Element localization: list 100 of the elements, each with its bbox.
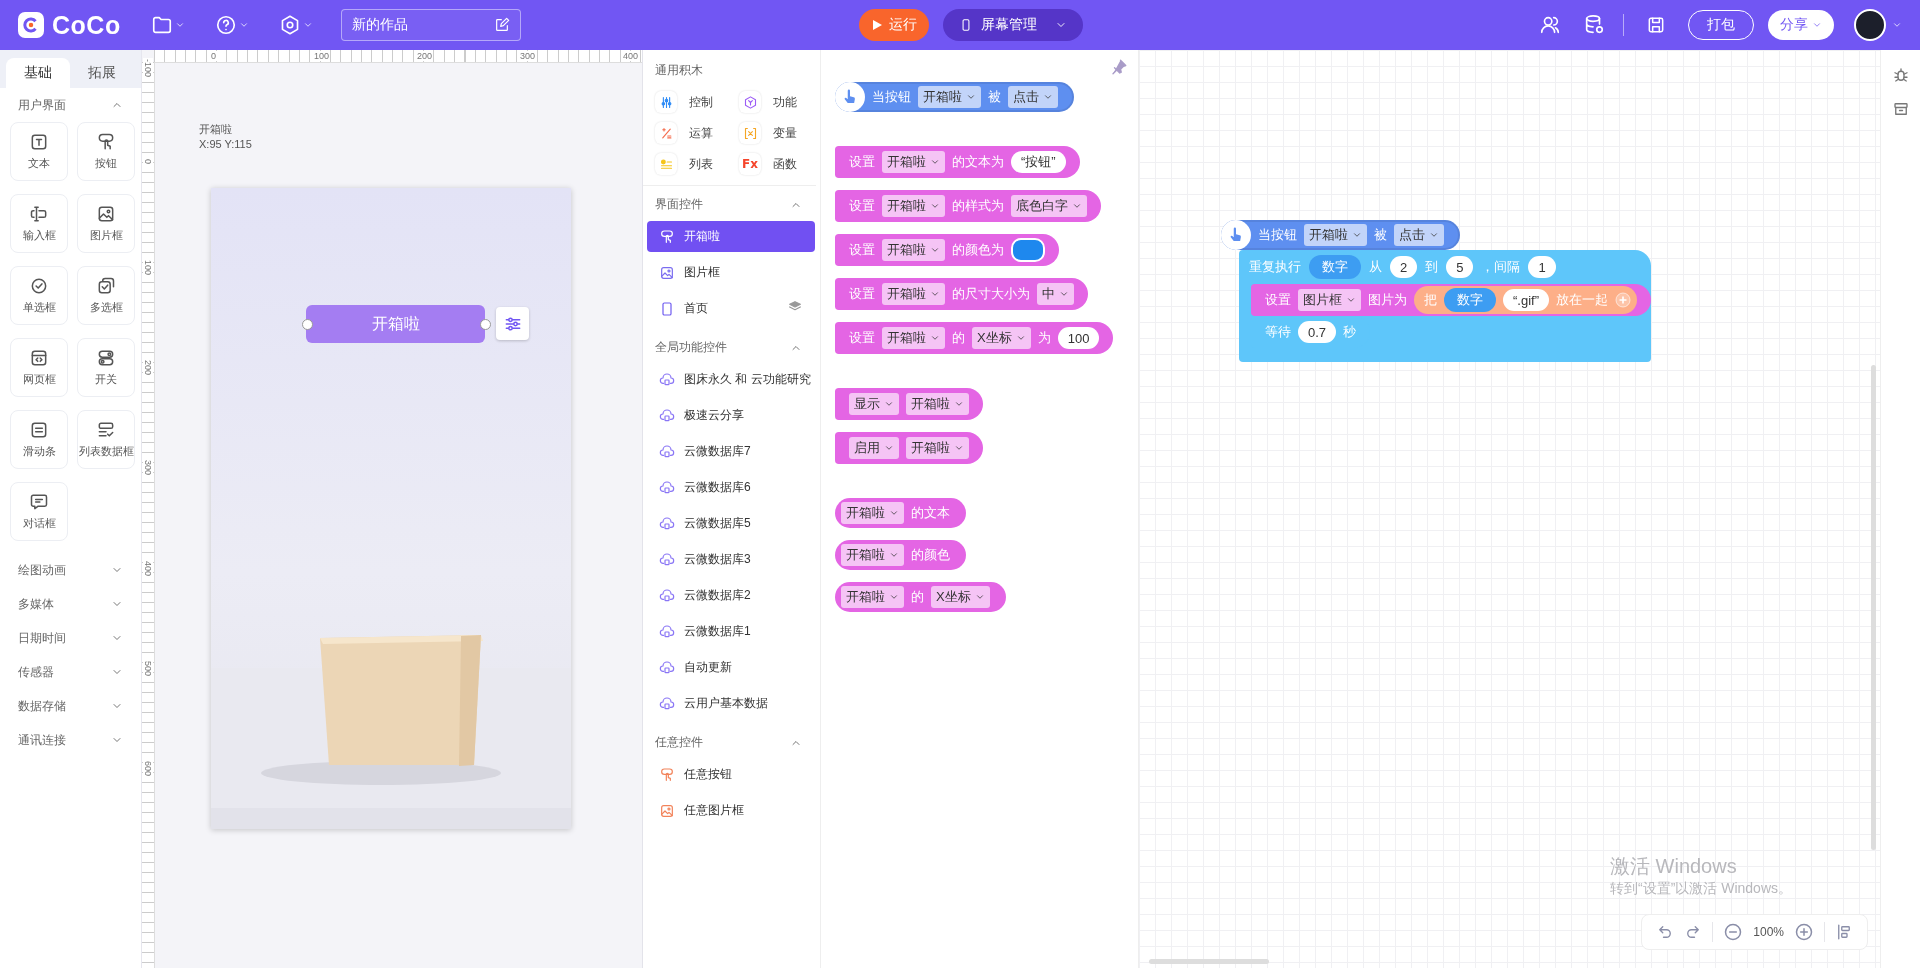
event-block[interactable]: 当按钮 开箱啦 被 点击 — [835, 82, 1074, 112]
block-dropdown[interactable]: 底色白字 — [1011, 195, 1087, 217]
screen-manager-button[interactable]: 屏幕管理 — [942, 9, 1083, 41]
widget-item[interactable]: 云微数据库1 — [647, 616, 815, 647]
block-dropdown[interactable]: 图片框 — [1298, 289, 1361, 311]
category-item[interactable]: 列表 — [655, 153, 739, 175]
group-header[interactable]: 界面控件 — [643, 186, 820, 219]
block-dropdown[interactable]: 开箱啦 — [906, 437, 969, 459]
category-item[interactable]: Fx 函数 — [739, 153, 823, 175]
value-field[interactable]: 5 — [1446, 256, 1474, 278]
section-header[interactable]: 数据存储 — [0, 689, 141, 723]
file-menu[interactable] — [150, 14, 185, 36]
block-dropdown[interactable]: 开箱啦 — [841, 586, 904, 608]
widget-item[interactable]: 图床永久 和 云功能研究 — [647, 364, 815, 395]
widget-item[interactable]: 图片框 — [647, 257, 815, 288]
block-dropdown[interactable]: 开箱啦 — [882, 195, 945, 217]
widget-item[interactable]: 极速云分享 — [647, 400, 815, 431]
block-dropdown[interactable]: X坐标 — [931, 586, 990, 608]
widget-item[interactable]: 任意图片框 — [647, 795, 815, 826]
reporter-block[interactable]: 开箱啦 的颜色 — [835, 540, 966, 570]
loop-block[interactable]: 重复执行 数字 从 2 到 5 ，间隔 1 设置 图片框 图片为 把 数字 “.gif” 放在一起 等待 0.7 秒 — [1239, 250, 1651, 362]
sidebar-tab[interactable]: 拓展 — [70, 58, 134, 88]
join-block[interactable]: 把 数字 “.gif” 放在一起 — [1414, 286, 1637, 314]
properties-button[interactable] — [496, 307, 529, 340]
avatar[interactable] — [1854, 9, 1886, 41]
value-field[interactable]: 100 — [1057, 327, 1100, 349]
component-tile[interactable]: 单选框 — [10, 266, 68, 325]
command-block[interactable]: 设置 开箱啦 的文本为 “按钮” — [835, 146, 1080, 178]
block-dropdown[interactable]: 显示 — [849, 393, 899, 415]
block-dropdown[interactable]: 开箱啦 — [906, 393, 969, 415]
component-tile[interactable]: 列表数据框 — [77, 410, 135, 469]
block-dropdown[interactable]: 开箱啦 — [841, 502, 904, 524]
value-field[interactable]: 0.7 — [1298, 321, 1337, 343]
value-field[interactable]: 2 — [1390, 256, 1418, 278]
widget-item[interactable]: 云用户基本数据 — [647, 688, 815, 719]
block-dropdown[interactable]: 开箱啦 — [841, 544, 904, 566]
event-block[interactable]: 当按钮 开箱啦 被 点击 — [1221, 220, 1460, 250]
block-dropdown[interactable]: 中 — [1037, 283, 1074, 305]
command-block[interactable]: 设置 开箱啦 的颜色为 — [835, 234, 1059, 266]
block-dropdown[interactable]: 开箱啦 — [882, 327, 945, 349]
value-field[interactable]: “.gif” — [1503, 289, 1549, 311]
users-button[interactable] — [1539, 14, 1561, 36]
section-header[interactable]: 多媒体 — [0, 587, 141, 621]
command-block[interactable]: 设置 开箱啦 的样式为 底色白字 — [835, 190, 1101, 222]
block-dropdown[interactable]: 开箱啦 — [918, 86, 981, 108]
widget-item[interactable]: 首页 — [647, 293, 815, 324]
component-tile[interactable]: 对话框 — [10, 482, 68, 541]
block-dropdown[interactable]: 启用 — [849, 437, 899, 459]
command-block[interactable]: 设置 开箱啦 的 X坐标 为 100 — [835, 322, 1114, 354]
widget-item[interactable]: 开箱啦 — [647, 221, 815, 252]
widget-item[interactable]: 云微数据库3 — [647, 544, 815, 575]
category-item[interactable]: 控制 — [655, 91, 739, 113]
widget-item[interactable]: 云微数据库2 — [647, 580, 815, 611]
section-header[interactable]: 日期时间 — [0, 621, 141, 655]
align-button[interactable] — [1835, 923, 1853, 941]
widget-item[interactable]: 任意按钮 — [647, 759, 815, 790]
block-dropdown[interactable]: 开箱啦 — [882, 151, 945, 173]
component-tile[interactable]: 输入框 — [10, 194, 68, 253]
category-item[interactable]: 运算 — [655, 122, 739, 144]
resize-handle[interactable] — [480, 319, 491, 330]
color-swatch[interactable] — [1011, 238, 1045, 262]
storage-button[interactable] — [1891, 100, 1910, 118]
zoom-out-button[interactable] — [1723, 922, 1744, 942]
section-header[interactable]: 绘图动画 — [0, 553, 141, 587]
block-dropdown[interactable]: 开箱啦 — [882, 239, 945, 261]
component-tile[interactable]: 开关 — [77, 338, 135, 397]
component-tile[interactable]: 网页框 — [10, 338, 68, 397]
database-button[interactable] — [1583, 14, 1605, 36]
command-block[interactable]: 设置 图片框 图片为 把 数字 “.gif” 放在一起 — [1251, 284, 1651, 316]
command-block[interactable]: 启用 开箱啦 — [835, 432, 983, 464]
reporter-block[interactable]: 开箱啦 的 X坐标 — [835, 582, 1006, 612]
section-header[interactable]: 用户界面 — [0, 88, 141, 122]
category-item[interactable]: 功能 — [739, 91, 823, 113]
sidebar-tab[interactable]: 基础 — [6, 58, 70, 88]
block-dropdown[interactable]: 开箱啦 — [882, 283, 945, 305]
component-tile[interactable]: 滑动条 — [10, 410, 68, 469]
value-field[interactable]: 1 — [1528, 256, 1556, 278]
block-dropdown[interactable]: 点击 — [1008, 86, 1058, 108]
value-field[interactable]: “按钮” — [1011, 151, 1066, 173]
share-button[interactable]: 分享 — [1768, 10, 1834, 40]
section-header[interactable]: 通讯连接 — [0, 723, 141, 757]
project-name-field[interactable]: 新的作品 — [340, 9, 521, 41]
component-tile[interactable]: 文本 — [10, 122, 68, 181]
group-header[interactable]: 全局功能控件 — [643, 329, 820, 362]
component-tile[interactable]: 多选框 — [77, 266, 135, 325]
component-tile[interactable]: 图片框 — [77, 194, 135, 253]
component-tile[interactable]: 按钮 — [77, 122, 135, 181]
command-block[interactable]: 显示 开箱啦 — [835, 388, 983, 420]
resize-handle[interactable] — [302, 319, 313, 330]
section-header[interactable]: 传感器 — [0, 655, 141, 689]
help-menu[interactable] — [214, 14, 249, 36]
widget-item[interactable]: 自动更新 — [647, 652, 815, 683]
widget-item[interactable]: 云微数据库6 — [647, 472, 815, 503]
save-button[interactable] — [1646, 15, 1666, 35]
zoom-in-button[interactable] — [1794, 922, 1814, 942]
debug-button[interactable] — [1891, 66, 1910, 84]
block-dropdown[interactable]: 点击 — [1394, 224, 1444, 246]
command-block[interactable]: 设置 开箱啦 的尺寸大小为 中 — [835, 278, 1088, 310]
reporter-block[interactable]: 开箱啦 的文本 — [835, 498, 966, 528]
category-item[interactable]: 变量 — [739, 122, 823, 144]
